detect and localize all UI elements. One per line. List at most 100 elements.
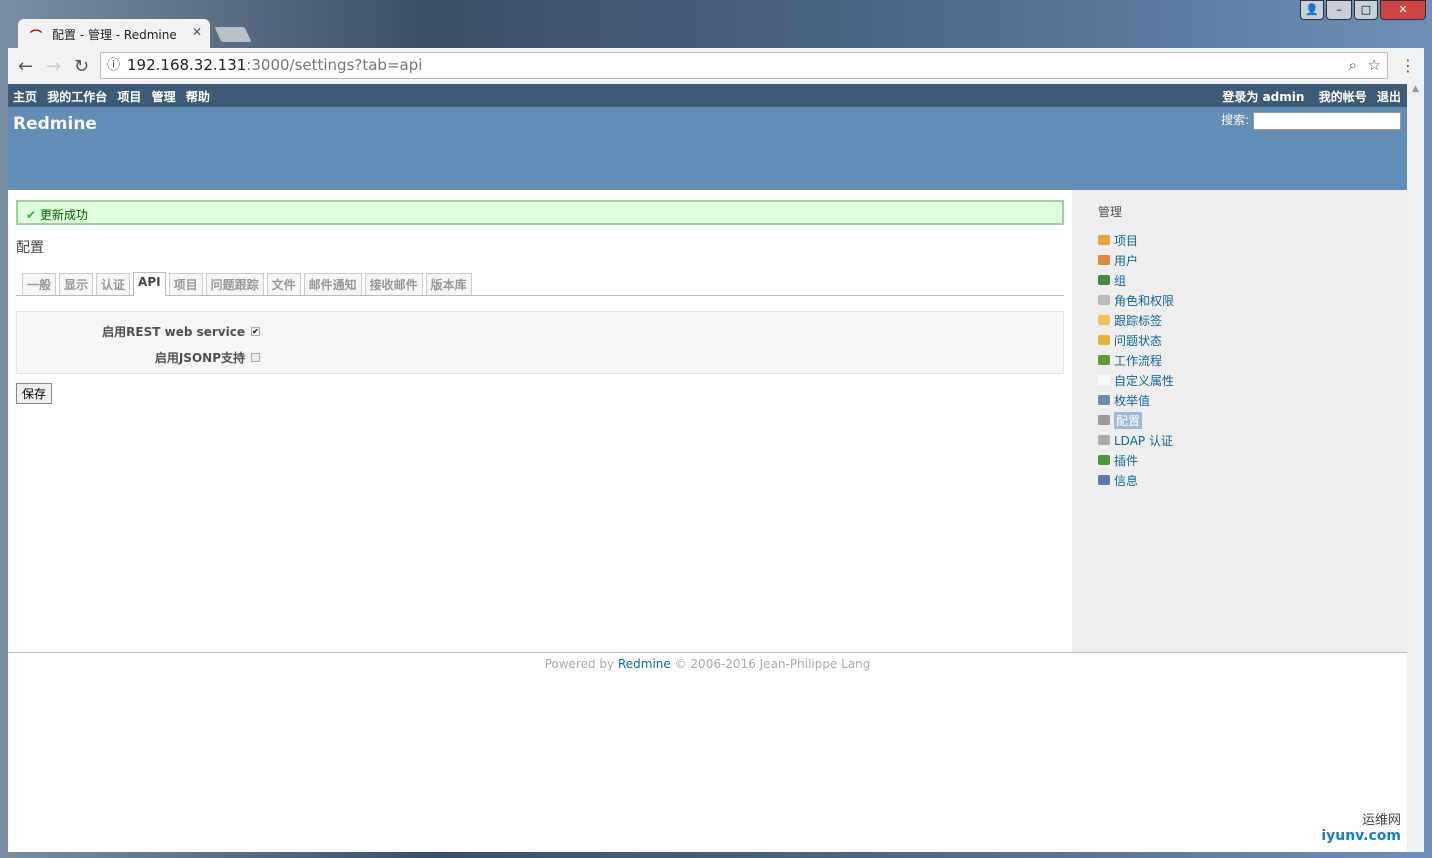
sidebar-item[interactable]: 工作流程 xyxy=(1098,350,1381,370)
sidebar-item[interactable]: 组 xyxy=(1098,270,1381,290)
sidebar-item[interactable]: 自定义属性 xyxy=(1098,370,1381,390)
sidebar-item-icon xyxy=(1098,395,1110,405)
sidebar-item-icon xyxy=(1098,375,1110,385)
zoom-icon[interactable]: ⌕ xyxy=(1349,53,1357,78)
sidebar-item-label: 枚举值 xyxy=(1114,393,1151,408)
sidebar-item-icon xyxy=(1098,455,1110,465)
top-menu: 主页 我的工作台 项目 管理 帮助 登录为 admin 我的帐号 退出 xyxy=(8,84,1407,107)
browser-toolbar: ← → ↻ ⓘ 192.168.32.131:3000/settings?tab… xyxy=(8,48,1424,84)
scrollbar[interactable]: ▲ xyxy=(1407,84,1424,852)
sidebar-item-label: 组 xyxy=(1114,273,1127,288)
redmine-link[interactable]: Redmine xyxy=(618,657,671,671)
menu-icon[interactable]: ⋮ xyxy=(1400,56,1416,75)
tab-files[interactable]: 文件 xyxy=(266,273,301,295)
footer-prefix: Powered by xyxy=(544,657,615,671)
sidebar-item-label: 用户 xyxy=(1114,253,1139,268)
maximize-button[interactable]: □ xyxy=(1354,0,1378,20)
reload-icon[interactable]: ↻ xyxy=(74,56,89,77)
tab-display[interactable]: 显示 xyxy=(59,273,94,295)
sidebar-item-icon xyxy=(1098,295,1110,305)
tab-notifications[interactable]: 邮件通知 xyxy=(303,273,362,295)
sidebar-item-icon xyxy=(1098,235,1110,245)
sidebar-item-label: 项目 xyxy=(1114,233,1139,248)
close-window-button[interactable]: ✕ xyxy=(1380,0,1426,20)
sidebar-item[interactable]: 用户 xyxy=(1098,250,1381,270)
sidebar-item-label: 信息 xyxy=(1114,473,1139,488)
menu-my-page[interactable]: 我的工作台 xyxy=(47,90,107,104)
tab-issue-tracking[interactable]: 问题跟踪 xyxy=(205,273,264,295)
user-icon[interactable]: 👤 xyxy=(1300,0,1324,20)
sidebar-item[interactable]: 项目 xyxy=(1098,230,1381,250)
settings-box: 启用REST web service ✔ 启用JSONP支持 xyxy=(16,311,1064,374)
sidebar-item[interactable]: 信息 xyxy=(1098,470,1381,490)
redmine-logo-icon: ⌒ xyxy=(30,29,43,43)
sidebar-item[interactable]: 配置 xyxy=(1098,410,1381,430)
settings-tabs: 一般 显示 认证 API 项目 问题跟踪 文件 邮件通知 接收邮件 版本库 xyxy=(16,272,1064,296)
search-input[interactable] xyxy=(1253,111,1401,130)
site-title[interactable]: Redmine xyxy=(8,107,1407,141)
header: Redmine 搜索: xyxy=(8,107,1407,190)
sidebar-item-icon xyxy=(1098,435,1110,445)
tab-projects[interactable]: 项目 xyxy=(168,273,203,295)
forward-icon[interactable]: → xyxy=(46,56,61,77)
watermark-cn: 运维网 xyxy=(1361,813,1401,828)
sidebar-item-icon xyxy=(1098,415,1110,425)
rest-api-label: 启用REST web service xyxy=(102,324,245,339)
tab-incoming-mail[interactable]: 接收邮件 xyxy=(364,273,423,295)
user-link[interactable]: admin xyxy=(1263,90,1305,104)
sidebar-item-label: 工作流程 xyxy=(1114,353,1163,368)
new-tab-button[interactable] xyxy=(214,27,252,42)
sidebar-item[interactable]: 角色和权限 xyxy=(1098,290,1381,310)
url-host: 192.168.32.131 xyxy=(127,56,247,74)
tab-title: 配置 - 管理 - Redmine xyxy=(52,28,177,42)
sidebar-item-label: LDAP 认证 xyxy=(1114,433,1173,448)
star-icon[interactable]: ☆ xyxy=(1368,53,1381,78)
check-icon: ✔ xyxy=(26,208,37,222)
sidebar-item-label: 角色和权限 xyxy=(1114,293,1175,308)
sidebar-item-icon xyxy=(1098,335,1110,345)
sidebar-item-icon xyxy=(1098,355,1110,365)
sidebar-item-icon xyxy=(1098,315,1110,325)
footer: Powered by Redmine © 2006-2016 Jean-Phil… xyxy=(8,652,1407,671)
menu-admin[interactable]: 管理 xyxy=(152,90,176,104)
sidebar-item-icon xyxy=(1098,275,1110,285)
logout-link[interactable]: 退出 xyxy=(1377,90,1401,104)
watermark: 运维网 iyunv.com xyxy=(1321,809,1401,844)
jsonp-label: 启用JSONP支持 xyxy=(154,350,245,365)
sidebar-item-label: 配置 xyxy=(1114,411,1143,429)
page-title: 配置 xyxy=(16,240,44,256)
tab-authentication[interactable]: 认证 xyxy=(96,273,131,295)
sidebar-item[interactable]: LDAP 认证 xyxy=(1098,430,1381,450)
sidebar-item-label: 问题状态 xyxy=(1114,333,1163,348)
sidebar-item-icon xyxy=(1098,255,1110,265)
close-tab-icon[interactable]: ✕ xyxy=(192,25,202,39)
jsonp-checkbox[interactable] xyxy=(251,352,260,362)
footer-copyright: © 2006-2016 Jean-Philippe Lang xyxy=(674,657,871,671)
my-account-link[interactable]: 我的帐号 xyxy=(1319,90,1367,104)
sidebar-item-icon xyxy=(1098,475,1110,485)
tab-repositories[interactable]: 版本库 xyxy=(425,273,472,295)
rest-api-checkbox[interactable]: ✔ xyxy=(251,326,260,336)
sidebar-item[interactable]: 问题状态 xyxy=(1098,330,1381,350)
page: 主页 我的工作台 项目 管理 帮助 登录为 admin 我的帐号 退出 Redm… xyxy=(8,84,1407,852)
back-icon[interactable]: ← xyxy=(18,56,33,77)
menu-home[interactable]: 主页 xyxy=(13,90,37,104)
sidebar-item[interactable]: 跟踪标签 xyxy=(1098,310,1381,330)
sidebar: 管理 项目 用户组角色和权限 跟踪标签 问题状态 工作流程 自定义属性 枚举值 配置 LDAP … xyxy=(1072,190,1407,652)
url-path: :3000/settings?tab=api xyxy=(246,56,423,74)
menu-projects[interactable]: 项目 xyxy=(117,90,141,104)
logged-as: 登录为 xyxy=(1222,90,1259,104)
address-bar[interactable]: ⓘ 192.168.32.131:3000/settings?tab=api ⌕… xyxy=(100,52,1388,79)
sidebar-item-label: 插件 xyxy=(1114,453,1139,468)
sidebar-item[interactable]: 插件 xyxy=(1098,450,1381,470)
watermark-en: iyunv.com xyxy=(1321,828,1401,844)
info-icon[interactable]: ⓘ xyxy=(107,53,120,78)
sidebar-item[interactable]: 枚举值 xyxy=(1098,390,1381,410)
search-label: 搜索: xyxy=(1221,113,1250,127)
browser-tab[interactable]: ⌒ 配置 - 管理 - Redmine ✕ xyxy=(18,19,210,49)
menu-help[interactable]: 帮助 xyxy=(186,90,210,104)
tab-api[interactable]: API xyxy=(133,272,166,296)
tab-general[interactable]: 一般 xyxy=(22,273,57,295)
save-button[interactable]: 保存 xyxy=(16,383,53,404)
minimize-button[interactable]: – xyxy=(1326,0,1352,20)
